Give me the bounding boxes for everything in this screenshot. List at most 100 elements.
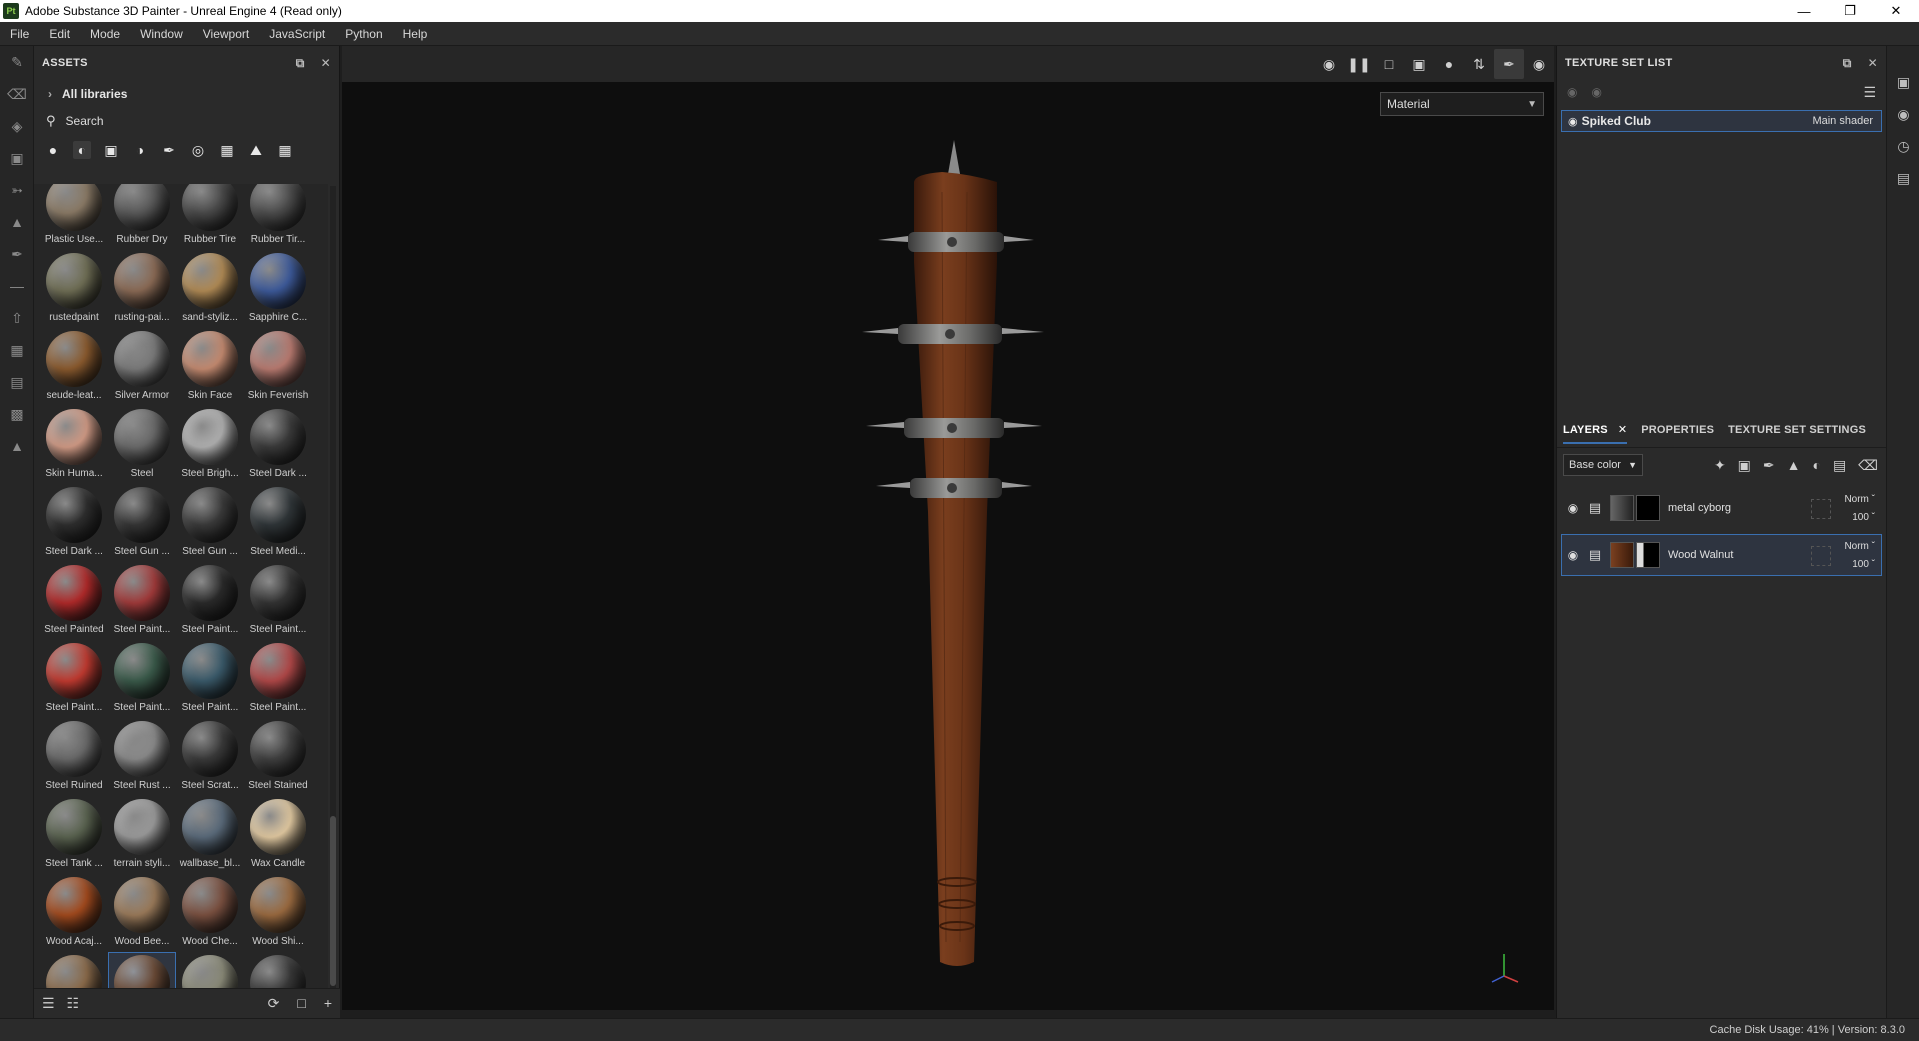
close-panel-icon[interactable]: ✕ bbox=[1868, 56, 1878, 70]
menu-mode[interactable]: Mode bbox=[80, 27, 130, 41]
add-mask-icon[interactable]: ▣ bbox=[1738, 457, 1751, 474]
add-paint-layer-icon[interactable]: ✒ bbox=[1763, 457, 1775, 474]
layer-blend[interactable]: Norm ˇ 100 ˇ bbox=[1844, 538, 1875, 574]
paint-brush-icon[interactable]: ✎ bbox=[0, 46, 34, 78]
asset-item[interactable]: Wax Candle bbox=[244, 796, 312, 874]
add-smart-material-icon[interactable]: ◐ bbox=[1813, 457, 1821, 474]
asset-item[interactable]: Steel Paint... bbox=[108, 562, 176, 640]
list-view-icon[interactable]: ☷ bbox=[67, 995, 80, 1012]
asset-item[interactable]: Steel bbox=[108, 406, 176, 484]
asset-item[interactable]: Steel Dark ... bbox=[40, 484, 108, 562]
screenshot-icon[interactable]: ◉ bbox=[1524, 49, 1554, 79]
menu-file[interactable]: File bbox=[0, 27, 39, 41]
add-fill-layer-icon[interactable]: ▲ bbox=[1787, 457, 1801, 474]
asset-item[interactable]: Wood Acaj... bbox=[40, 874, 108, 952]
tab-properties[interactable]: PROPERTIES bbox=[1641, 424, 1714, 436]
asset-item[interactable]: Wood Che... bbox=[176, 874, 244, 952]
close-tab-icon[interactable]: ✕ bbox=[1618, 424, 1627, 436]
menu-javascript[interactable]: JavaScript bbox=[259, 27, 335, 41]
history-icon[interactable]: ◷ bbox=[1887, 130, 1919, 162]
smudge-icon[interactable]: ➳ bbox=[0, 174, 34, 206]
layer-row[interactable]: ◉ ▤ Wood Walnut Norm ˇ 100 ˇ bbox=[1561, 534, 1882, 576]
asset-item[interactable]: rustedpaint bbox=[40, 250, 108, 328]
asset-item[interactable]: Skin Face bbox=[176, 328, 244, 406]
filter-brushes-icon[interactable]: ✒ bbox=[160, 141, 178, 159]
new-folder-icon[interactable]: □ bbox=[297, 995, 305, 1012]
filter-materials-icon[interactable]: ● bbox=[44, 141, 62, 159]
asset-item[interactable]: Steel Stained bbox=[244, 718, 312, 796]
float-panel-icon[interactable]: ⧉ bbox=[1843, 56, 1852, 71]
menu-viewport[interactable]: Viewport bbox=[193, 27, 259, 41]
symmetry-icon[interactable]: ⇅ bbox=[1464, 49, 1494, 79]
asset-item[interactable]: Wood Wal... bbox=[108, 952, 176, 988]
library-selector[interactable]: › All libraries bbox=[34, 80, 339, 108]
asset-item[interactable]: Steel Tank ... bbox=[40, 796, 108, 874]
asset-item[interactable]: Steel Gun ... bbox=[108, 484, 176, 562]
filter-environments-icon[interactable]: ⛰ bbox=[247, 141, 265, 159]
texture-set-entry[interactable]: ◉ Spiked Club Main shader bbox=[1561, 110, 1882, 132]
3d-viewport[interactable]: Material ▼ bbox=[342, 82, 1554, 1010]
filter-particles-icon[interactable]: ◎ bbox=[189, 141, 207, 159]
shader-settings-icon[interactable]: ▩ bbox=[0, 398, 34, 430]
refresh-icon[interactable]: ⟳ bbox=[268, 995, 280, 1012]
camera-icon[interactable]: ● bbox=[1434, 49, 1464, 79]
asset-item[interactable]: Steel Dark ... bbox=[244, 406, 312, 484]
asset-item[interactable]: seude-leat... bbox=[40, 328, 108, 406]
geometry-mask-icon[interactable]: ▣ bbox=[0, 142, 34, 174]
clone-stamp-icon[interactable]: ▲ bbox=[0, 206, 34, 238]
asset-item[interactable]: worn-meta... bbox=[244, 952, 312, 988]
asset-item[interactable]: Skin Feverish bbox=[244, 328, 312, 406]
add-folder-icon[interactable]: ▤ bbox=[1833, 457, 1846, 474]
tab-texture-set-settings[interactable]: TEXTURE SET SETTINGS bbox=[1728, 424, 1866, 436]
menu-python[interactable]: Python bbox=[335, 27, 392, 41]
color-picker-icon[interactable]: ✒ bbox=[0, 238, 34, 270]
pause-icon[interactable]: ❚❚ bbox=[1344, 49, 1374, 79]
asset-item[interactable]: Steel Paint... bbox=[244, 640, 312, 718]
hide-all-icon[interactable]: ◉ bbox=[1567, 85, 1577, 99]
filter-textures-icon[interactable]: ▦ bbox=[218, 141, 236, 159]
asset-item[interactable]: Rubber Tir... bbox=[244, 184, 312, 250]
asset-item[interactable]: Steel Ruined bbox=[40, 718, 108, 796]
asset-item[interactable]: Rubber Dry bbox=[108, 184, 176, 250]
layer-row[interactable]: ◉ ▤ metal cyborg Norm ˇ 100 ˇ bbox=[1561, 487, 1882, 529]
menu-edit[interactable]: Edit bbox=[39, 27, 80, 41]
bake-icon[interactable]: ▦ bbox=[0, 334, 34, 366]
asset-item[interactable]: Skin Huma... bbox=[40, 406, 108, 484]
asset-item[interactable]: wood_plan... bbox=[176, 952, 244, 988]
maximize-icon[interactable]: ❐ bbox=[1827, 0, 1873, 22]
asset-item[interactable]: Plastic Use... bbox=[40, 184, 108, 250]
menu-help[interactable]: Help bbox=[393, 27, 438, 41]
minimize-icon[interactable]: — bbox=[1781, 0, 1827, 22]
asset-item[interactable]: Sapphire C... bbox=[244, 250, 312, 328]
visibility-eye-icon[interactable]: ◉ bbox=[1562, 501, 1584, 515]
close-icon[interactable]: ✕ bbox=[1873, 0, 1919, 22]
float-panel-icon[interactable]: ⧉ bbox=[296, 56, 305, 71]
add-effect-icon[interactable]: ✦ bbox=[1714, 457, 1726, 474]
asset-item[interactable]: Steel Paint... bbox=[40, 640, 108, 718]
menu-icon[interactable]: ☰ bbox=[1863, 84, 1876, 101]
filter-all-icon[interactable]: ▦ bbox=[276, 141, 294, 159]
sort-icon[interactable]: ☰ bbox=[42, 995, 55, 1012]
asset-item[interactable]: Steel Gun ... bbox=[176, 484, 244, 562]
layer-mask-slot[interactable] bbox=[1811, 546, 1831, 566]
visibility-eye-icon[interactable]: ◉ bbox=[1568, 115, 1578, 128]
asset-item[interactable]: Rubber Tire bbox=[176, 184, 244, 250]
asset-item[interactable]: terrain styli... bbox=[108, 796, 176, 874]
hide-ui-icon[interactable]: ◉ bbox=[1314, 49, 1344, 79]
layer-mask-slot[interactable] bbox=[1811, 499, 1831, 519]
view-2d-icon[interactable]: □ bbox=[1374, 49, 1404, 79]
log-icon[interactable]: ▤ bbox=[1887, 162, 1919, 194]
filter-generators-icon[interactable]: ◑ bbox=[131, 141, 149, 159]
viewer-settings-icon[interactable]: ▲ bbox=[0, 430, 34, 462]
asset-item[interactable]: Steel Painted bbox=[40, 562, 108, 640]
filter-masks-icon[interactable]: ▣ bbox=[102, 141, 120, 159]
projection-icon[interactable]: ◈ bbox=[0, 110, 34, 142]
layer-blend[interactable]: Norm ˇ 100 ˇ bbox=[1844, 491, 1875, 527]
asset-item[interactable]: Wood Shi... bbox=[40, 952, 108, 988]
asset-item[interactable]: Wood Shi... bbox=[244, 874, 312, 952]
asset-item[interactable]: Steel Paint... bbox=[176, 640, 244, 718]
menu-window[interactable]: Window bbox=[130, 27, 193, 41]
asset-scrollbar[interactable] bbox=[330, 186, 336, 988]
channel-select[interactable]: Base color ▼ bbox=[1563, 454, 1643, 476]
view-3d-icon[interactable]: ▣ bbox=[1404, 49, 1434, 79]
